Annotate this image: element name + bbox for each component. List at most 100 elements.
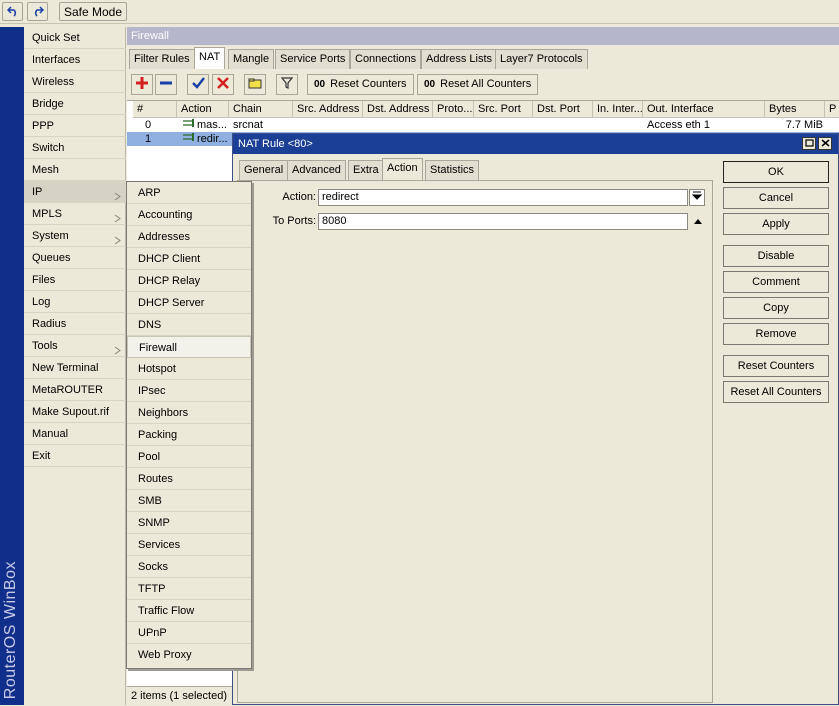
submenu-item-arp[interactable]: ARP bbox=[127, 182, 251, 204]
submenu-item-web-proxy[interactable]: Web Proxy bbox=[127, 644, 251, 666]
menu-item-interfaces[interactable]: Interfaces bbox=[24, 49, 126, 71]
copy-rule-button[interactable]: Copy bbox=[723, 297, 829, 319]
comment-rule-button[interactable]: Comment bbox=[723, 271, 829, 293]
filter-button[interactable] bbox=[276, 74, 298, 95]
disable-button[interactable] bbox=[212, 74, 234, 95]
tab-layer7-protocols[interactable]: Layer7 Protocols bbox=[495, 49, 588, 69]
menu-item-tools[interactable]: Tools bbox=[24, 335, 126, 357]
menu-item-tools-label: Tools bbox=[32, 340, 58, 352]
submenu-item-services[interactable]: Services bbox=[127, 534, 251, 556]
submenu-item-tftp[interactable]: TFTP bbox=[127, 578, 251, 600]
safe-mode-button[interactable]: Safe Mode bbox=[59, 2, 127, 21]
disable-rule-button[interactable]: Disable bbox=[723, 245, 829, 267]
submenu-arrow-icon bbox=[113, 231, 122, 245]
submenu-item-traffic-flow[interactable]: Traffic Flow bbox=[127, 600, 251, 622]
cancel-button[interactable]: Cancel bbox=[723, 187, 829, 209]
menu-item-system[interactable]: System bbox=[24, 225, 126, 247]
counter-icon: 00 bbox=[314, 79, 326, 90]
submenu-item-socks[interactable]: Socks bbox=[127, 556, 251, 578]
action-dropdown-button[interactable] bbox=[689, 189, 705, 206]
menu-item-make-supout[interactable]: Make Supout.rif bbox=[24, 401, 126, 423]
undo-button[interactable] bbox=[2, 2, 23, 21]
reset-counters-button[interactable]: 00 Reset Counters bbox=[307, 74, 414, 95]
submenu-item-upnp[interactable]: UPnP bbox=[127, 622, 251, 644]
restore-button[interactable] bbox=[802, 137, 816, 150]
column-header-dst-address[interactable]: Dst. Address bbox=[363, 101, 433, 118]
enable-button[interactable] bbox=[187, 74, 209, 95]
tab-extra[interactable]: Extra bbox=[348, 160, 384, 180]
column-header-action[interactable]: Action bbox=[177, 101, 229, 118]
add-button[interactable] bbox=[131, 74, 153, 95]
submenu-item-pool[interactable]: Pool bbox=[127, 446, 251, 468]
comment-button[interactable] bbox=[244, 74, 266, 95]
submenu-item-dhcp-client[interactable]: DHCP Client bbox=[127, 248, 251, 270]
to-ports-label: To Ports: bbox=[272, 215, 316, 227]
submenu-item-dhcp-relay[interactable]: DHCP Relay bbox=[127, 270, 251, 292]
reset-all-counters-button[interactable]: 00 Reset All Counters bbox=[417, 74, 539, 95]
menu-item-switch[interactable]: Switch bbox=[24, 137, 126, 159]
firewall-window-title: Firewall bbox=[127, 27, 839, 45]
menu-item-quick-set[interactable]: Quick Set bbox=[24, 27, 126, 49]
tab-statistics[interactable]: Statistics bbox=[425, 160, 480, 180]
submenu-item-snmp[interactable]: SNMP bbox=[127, 512, 251, 534]
menu-item-metarouter[interactable]: MetaROUTER bbox=[24, 379, 126, 401]
submenu-item-firewall[interactable]: Firewall bbox=[127, 336, 251, 358]
submenu-item-routes[interactable]: Routes bbox=[127, 468, 251, 490]
reset-all-rule-counters-button[interactable]: Reset All Counters bbox=[723, 381, 829, 403]
menu-item-queues[interactable]: Queues bbox=[24, 247, 126, 269]
submenu-item-dhcp-server[interactable]: DHCP Server bbox=[127, 292, 251, 314]
submenu-item-neighbors[interactable]: Neighbors bbox=[127, 402, 251, 424]
menu-item-exit[interactable]: Exit bbox=[24, 445, 126, 467]
tab-connections[interactable]: Connections bbox=[350, 49, 422, 69]
menu-item-ppp[interactable]: PPP bbox=[24, 115, 126, 137]
submenu-item-accounting[interactable]: Accounting bbox=[127, 204, 251, 226]
menu-item-manual[interactable]: Manual bbox=[24, 423, 126, 445]
to-ports-field[interactable]: 8080 bbox=[318, 213, 688, 230]
menu-item-radius[interactable]: Radius bbox=[24, 313, 126, 335]
close-button[interactable] bbox=[818, 137, 832, 150]
row-action: mas... bbox=[197, 119, 227, 131]
tab-advanced[interactable]: Advanced bbox=[287, 160, 346, 180]
remove-rule-button[interactable]: Remove bbox=[723, 323, 829, 345]
column-header-in-interface[interactable]: In. Inter... bbox=[593, 101, 643, 118]
tab-general[interactable]: General bbox=[239, 160, 289, 180]
submenu-item-ipsec[interactable]: IPsec bbox=[127, 380, 251, 402]
tab-service-ports[interactable]: Service Ports bbox=[275, 49, 351, 69]
column-header-out-interface[interactable]: Out. Interface bbox=[643, 101, 765, 118]
table-row[interactable]: 0 mas... srcnat Access eth 1 7.7 MiB bbox=[127, 118, 839, 132]
column-header-number[interactable]: # bbox=[133, 101, 177, 118]
ok-button[interactable]: OK bbox=[723, 161, 829, 183]
submenu-item-packing[interactable]: Packing bbox=[127, 424, 251, 446]
menu-item-new-terminal[interactable]: New Terminal bbox=[24, 357, 126, 379]
column-header-chain[interactable]: Chain bbox=[229, 101, 293, 118]
tab-nat[interactable]: NAT bbox=[194, 47, 226, 69]
collapse-field-arrow-icon[interactable] bbox=[693, 216, 703, 226]
tab-action[interactable]: Action bbox=[382, 158, 423, 180]
column-header-bytes[interactable]: Bytes bbox=[765, 101, 825, 118]
menu-item-files[interactable]: Files bbox=[24, 269, 126, 291]
column-header-src-port[interactable]: Src. Port bbox=[474, 101, 533, 118]
submenu-item-dns[interactable]: DNS bbox=[127, 314, 251, 336]
tab-filter-rules[interactable]: Filter Rules bbox=[129, 49, 195, 69]
menu-item-ip[interactable]: IP bbox=[24, 181, 126, 203]
column-header-packets[interactable]: P bbox=[825, 101, 839, 118]
apply-button[interactable]: Apply bbox=[723, 213, 829, 235]
submenu-item-hotspot[interactable]: Hotspot bbox=[127, 358, 251, 380]
submenu-item-smb[interactable]: SMB bbox=[127, 490, 251, 512]
redo-button[interactable] bbox=[27, 2, 48, 21]
column-header-dst-port[interactable]: Dst. Port bbox=[533, 101, 593, 118]
reset-rule-counters-button[interactable]: Reset Counters bbox=[723, 355, 829, 377]
menu-item-mpls[interactable]: MPLS bbox=[24, 203, 126, 225]
menu-item-bridge[interactable]: Bridge bbox=[24, 93, 126, 115]
tab-address-lists[interactable]: Address Lists bbox=[421, 49, 498, 69]
remove-button[interactable] bbox=[155, 74, 177, 95]
tab-mangle[interactable]: Mangle bbox=[228, 49, 275, 69]
column-header-src-address[interactable]: Src. Address bbox=[293, 101, 363, 118]
submenu-item-addresses[interactable]: Addresses bbox=[127, 226, 251, 248]
column-header-protocol[interactable]: Proto... bbox=[433, 101, 474, 118]
menu-item-wireless[interactable]: Wireless bbox=[24, 71, 126, 93]
submenu-arrow-icon bbox=[113, 341, 122, 355]
menu-item-log[interactable]: Log bbox=[24, 291, 126, 313]
action-select[interactable]: redirect bbox=[318, 189, 688, 206]
menu-item-mesh[interactable]: Mesh bbox=[24, 159, 126, 181]
